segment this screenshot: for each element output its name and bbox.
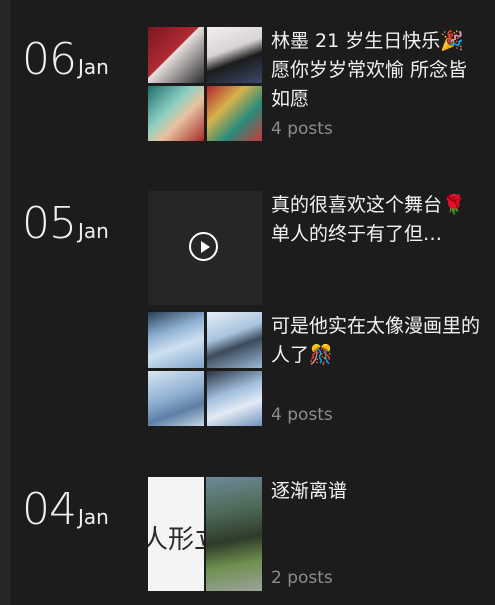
- post-caption: 林墨 21 岁生日快乐🎉 愿你岁岁常欢愉 所念皆如愿: [271, 30, 468, 110]
- post-thumbnail[interactable]: [148, 27, 262, 141]
- photo-tile: [206, 370, 262, 426]
- post-thumbnail[interactable]: 人形立: [148, 477, 262, 591]
- photo-tile: [148, 312, 204, 368]
- month-label: Jan: [78, 219, 109, 243]
- photo-tile: 人形立: [148, 477, 204, 591]
- post-card[interactable]: 可是他实在太像漫画里的人了🎊 4 posts: [148, 312, 488, 426]
- photo-tile: [206, 312, 262, 368]
- photo-tile: [206, 27, 262, 83]
- post-card[interactable]: 真的很喜欢这个舞台🌹 单人的终于有了但…: [148, 191, 488, 305]
- timeline-rail: [0, 0, 10, 605]
- day-number: 05: [22, 198, 77, 249]
- photo-tile: [148, 85, 204, 141]
- play-icon[interactable]: [189, 232, 218, 261]
- post-caption: 真的很喜欢这个舞台🌹 单人的终于有了但…: [271, 194, 466, 245]
- video-thumbnail[interactable]: [148, 191, 262, 305]
- post-caption: 逐渐离谱: [271, 480, 348, 502]
- month-label: Jan: [78, 55, 109, 79]
- post-count: 4 posts: [271, 119, 333, 139]
- post-caption: 可是他实在太像漫画里的人了🎊: [271, 315, 481, 366]
- photo-tile: [206, 477, 262, 591]
- post-count: 4 posts: [271, 405, 333, 425]
- post-thumbnail[interactable]: [148, 312, 262, 426]
- post-card[interactable]: 林墨 21 岁生日快乐🎉 愿你岁岁常欢愉 所念皆如愿 4 posts: [148, 27, 488, 141]
- post-card[interactable]: 人形立 逐渐离谱 2 posts: [148, 477, 488, 591]
- photo-text: 人形立: [148, 525, 204, 555]
- date-header-04: 04 Jan: [22, 488, 109, 532]
- photo-tile: [148, 370, 204, 426]
- post-count: 2 posts: [271, 568, 333, 588]
- month-label: Jan: [78, 505, 109, 529]
- day-number: 06: [22, 34, 77, 85]
- date-header-05: 05 Jan: [22, 202, 109, 246]
- photo-tile: [148, 27, 204, 83]
- date-header-06: 06 Jan: [22, 38, 109, 82]
- day-number: 04: [22, 484, 77, 535]
- photo-tile: [206, 85, 262, 141]
